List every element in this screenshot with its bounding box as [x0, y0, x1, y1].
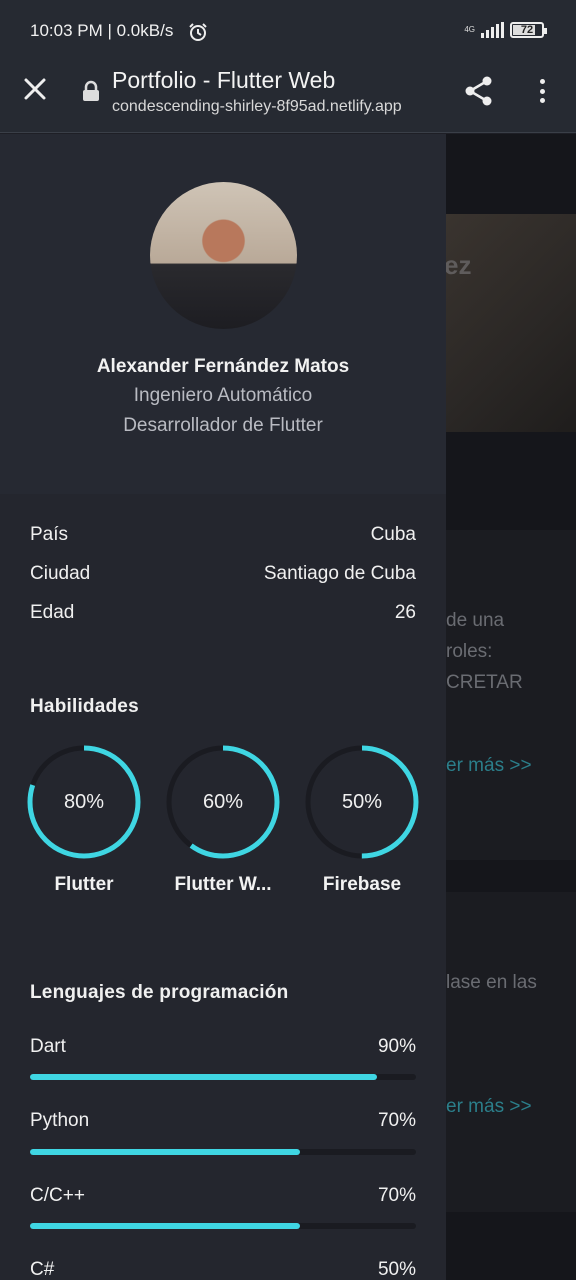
background-hero-image	[446, 214, 576, 432]
language-progress-bar	[30, 1149, 416, 1155]
background-text-line: lase en las	[446, 972, 537, 993]
languages-title: Lenguajes de programación	[30, 982, 289, 1003]
info-label: País	[30, 524, 69, 545]
info-value: Santiago de Cuba	[263, 563, 416, 584]
skill-label: Flutter	[54, 874, 114, 895]
page-title: Portfolio - Flutter Web	[112, 67, 336, 93]
language-progress-fill	[30, 1223, 301, 1229]
language-row: Python 70%	[30, 1110, 416, 1132]
skill-gauge: 80%	[26, 744, 142, 860]
language-progress-bar	[30, 1223, 416, 1229]
language-row: C# 50%	[30, 1259, 416, 1280]
skill-label: Firebase	[322, 874, 402, 895]
signal-icon	[481, 22, 504, 38]
background-card	[446, 530, 576, 860]
skills-title: Habilidades	[30, 696, 139, 717]
skill-percent: 50%	[341, 791, 383, 813]
close-icon[interactable]	[20, 74, 50, 104]
language-progress-fill	[30, 1074, 378, 1080]
share-icon[interactable]	[462, 74, 496, 108]
background-read-more-link: er más >>	[446, 755, 532, 776]
language-row: C/C++ 70%	[30, 1185, 416, 1207]
more-options-icon[interactable]	[530, 76, 554, 106]
background-read-more-link: er más >>	[446, 1096, 532, 1117]
skill-percent: 80%	[63, 791, 105, 813]
profile-header: Alexander Fernández Matos Ingeniero Auto…	[0, 134, 446, 494]
skill-gauge: 60%	[165, 744, 281, 860]
language-percent: 70%	[377, 1185, 416, 1206]
browser-toolbar: 10:03 PM | 0.0kB/s 4G 72 Portfolio - Flu…	[0, 0, 576, 133]
language-label: Dart	[30, 1036, 66, 1057]
language-percent: 70%	[377, 1110, 416, 1131]
url-text[interactable]: condescending-shirley-8f95ad.netlify.app	[112, 98, 432, 116]
info-value: 26	[394, 602, 416, 623]
language-label: C/C++	[30, 1185, 85, 1206]
skill-label: Flutter W...	[174, 874, 272, 895]
profile-role: Ingeniero Automático	[133, 385, 313, 406]
skill-percent: 60%	[202, 791, 244, 813]
battery-icon: 72	[510, 22, 547, 38]
profile-drawer: Alexander Fernández Matos Ingeniero Auto…	[0, 134, 446, 1280]
background-card	[446, 892, 576, 1212]
language-percent: 90%	[377, 1036, 416, 1057]
info-row-age: Edad 26	[30, 602, 416, 624]
status-icons: 4G 72	[464, 22, 547, 38]
info-label: Edad	[30, 602, 75, 623]
status-time: 10:03 PM | 0.0kB/s	[30, 21, 174, 40]
background-text-line: roles:	[446, 641, 493, 662]
lock-icon	[83, 80, 99, 101]
language-label: C#	[30, 1259, 55, 1280]
profile-role: Desarrollador de Flutter	[123, 415, 323, 436]
language-progress-bar	[30, 1074, 416, 1080]
language-label: Python	[30, 1110, 90, 1131]
network-type: 4G	[464, 25, 475, 34]
background-hero-text: ez	[446, 250, 472, 280]
info-row-country: País Cuba	[30, 524, 416, 546]
background-text-line: CRETAR	[446, 672, 523, 693]
background-page: ez de una roles: CRETAR er más >> lase e…	[446, 134, 576, 1280]
alarm-icon	[189, 23, 207, 41]
language-row: Dart 90%	[30, 1036, 416, 1058]
info-label: Ciudad	[30, 563, 91, 584]
battery-level: 72	[520, 24, 534, 36]
language-progress-fill	[30, 1149, 301, 1155]
skill-gauge: 50%	[304, 744, 420, 860]
avatar	[150, 182, 297, 329]
profile-name: Alexander Fernández Matos	[96, 356, 350, 377]
info-value: Cuba	[370, 524, 416, 545]
background-text-line: de una	[446, 610, 505, 631]
language-percent: 50%	[377, 1259, 416, 1280]
info-row-city: Ciudad Santiago de Cuba	[30, 563, 416, 585]
